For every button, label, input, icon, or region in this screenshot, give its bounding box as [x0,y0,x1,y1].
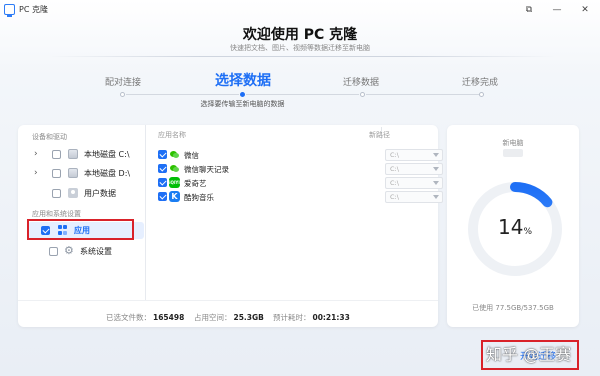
devices-heading: 设备和驱动 [32,133,67,141]
iqiyi-icon: iQIYI [169,177,180,188]
column-header-new-path: 新路径 [369,131,390,139]
selection-stats: 已选文件数： 165498 占用空间： 25.3GB 预计耗时： 00:21:33 [18,300,438,327]
gear-icon: ⚙ [64,244,74,257]
stat-space-value: 25.3GB [233,313,264,322]
checkbox-checked[interactable] [158,178,167,187]
step-connector [366,94,479,95]
path-select[interactable]: C:\ [385,191,443,203]
step-description: 选择要传输至新电脑的数据 [200,100,285,108]
apps-settings-heading: 应用和系统设置 [32,210,81,218]
watermark: 知乎 @王赛 [486,345,572,364]
chevron-right-icon[interactable]: › [34,149,38,159]
path-value: C:\ [390,193,399,201]
caret-down-icon [433,195,439,199]
checkbox[interactable] [49,247,58,256]
stat-space-label: 占用空间： [194,313,232,322]
stat-files-value: 165498 [153,313,185,322]
data-selection-panel: 设备和驱动 › 本地磁盘 C:\ › 本地磁盘 D:\ 用户数据 应用和系统设置 [18,125,443,327]
tree-item-label: 用户数据 [84,189,116,198]
storage-usage-text: 已使用 77.5GB/537.5GB [472,304,554,312]
page-subtitle: 快速把文档、图片、视频等数据迁移至新电脑 [230,44,370,52]
stat-space: 占用空间： 25.3GB [194,312,264,323]
restore-button[interactable]: ⧉ [521,2,537,18]
app-name: 爱奇艺 [184,179,207,188]
path-value: C:\ [390,151,399,159]
step-pair-connect: 配对连接 [104,78,141,88]
step-dot [360,92,365,97]
step-dot [120,92,125,97]
close-button[interactable]: ✕ [577,2,593,18]
app-name: 微信聊天记录 [184,165,229,174]
tree-item-disk-c[interactable]: › 本地磁盘 C:\ [28,146,144,163]
disk-icon [68,149,78,159]
app-row-iqiyi[interactable]: iQIYI 爱奇艺 C:\ [158,176,443,191]
header-divider [48,56,556,57]
step-migrate-data: 迁移数据 [342,78,379,88]
step-connector [126,94,239,95]
step-dot [479,92,484,97]
checkbox[interactable] [52,169,61,178]
step-migrate-complete: 迁移完成 [461,78,498,88]
caret-down-icon [433,181,439,185]
highlight-box [27,219,134,240]
column-header-app-name: 应用名称 [158,131,186,139]
step-connector [246,94,359,95]
title-bar: PC 克隆 ⧉ — ✕ [0,0,600,20]
stat-time-value: 00:21:33 [312,313,350,322]
pc-clone-window: PC 克隆 ⧉ — ✕ 欢迎使用 PC 克隆 快速把文档、图片、视频等数据迁移至… [0,0,600,376]
stat-time: 预计耗时： 00:21:33 [273,312,350,323]
checkbox-checked[interactable] [158,164,167,173]
app-name: 微信 [184,151,199,160]
minimize-button[interactable]: — [549,2,565,18]
chevron-right-icon[interactable]: › [34,168,38,178]
path-value: C:\ [390,165,399,173]
page-title: 欢迎使用 PC 克隆 [242,27,358,43]
tree-item-label: 本地磁盘 C:\ [84,150,130,159]
tree-item-label: 系统设置 [80,247,112,256]
step-select-data: 选择数据 [215,73,271,89]
tree-item-user-data[interactable]: 用户数据 [28,185,144,202]
disk-icon [68,168,78,178]
new-pc-panel: 新电脑 14% 已使用 77.5GB/537.5GB [447,125,579,327]
path-select[interactable]: C:\ [385,149,443,161]
caret-down-icon [433,167,439,171]
path-select[interactable]: C:\ [385,163,443,175]
wechat-icon [169,149,180,160]
checkbox[interactable] [52,189,61,198]
app-title: PC 克隆 [19,5,48,14]
category-tree: 设备和驱动 › 本地磁盘 C:\ › 本地磁盘 D:\ 用户数据 应用和系统设置 [18,125,146,300]
usage-percent-unit: % [523,227,532,237]
user-folder-icon [68,188,78,198]
caret-down-icon [433,153,439,157]
step-dot-active [240,92,245,97]
checkbox-checked[interactable] [158,192,167,201]
stat-files-label: 已选文件数： [106,313,151,322]
path-select[interactable]: C:\ [385,177,443,189]
tree-item-label: 本地磁盘 D:\ [84,169,131,178]
new-pc-title: 新电脑 [502,139,524,147]
app-row-wechat[interactable]: 微信 C:\ [158,148,443,163]
app-row-kugou[interactable]: K 酷狗音乐 C:\ [158,190,443,205]
stat-time-label: 预计耗时： [273,313,311,322]
usage-percent-value: 14 [497,215,524,239]
device-name-placeholder [503,149,523,157]
checkbox[interactable] [52,150,61,159]
pc-clone-logo-icon [4,4,15,17]
stat-files: 已选文件数： 165498 [106,312,184,323]
app-row-wechat-chat[interactable]: 微信聊天记录 C:\ [158,162,443,177]
wechat-icon [169,163,180,174]
app-name: 酷狗音乐 [184,193,214,202]
usage-percent: 14% [467,215,563,239]
kugou-icon: K [169,191,180,202]
checkbox-checked[interactable] [158,150,167,159]
path-value: C:\ [390,179,399,187]
tree-item-disk-d[interactable]: › 本地磁盘 D:\ [28,165,144,182]
tree-item-system-settings[interactable]: ⚙ 系统设置 [28,243,144,260]
